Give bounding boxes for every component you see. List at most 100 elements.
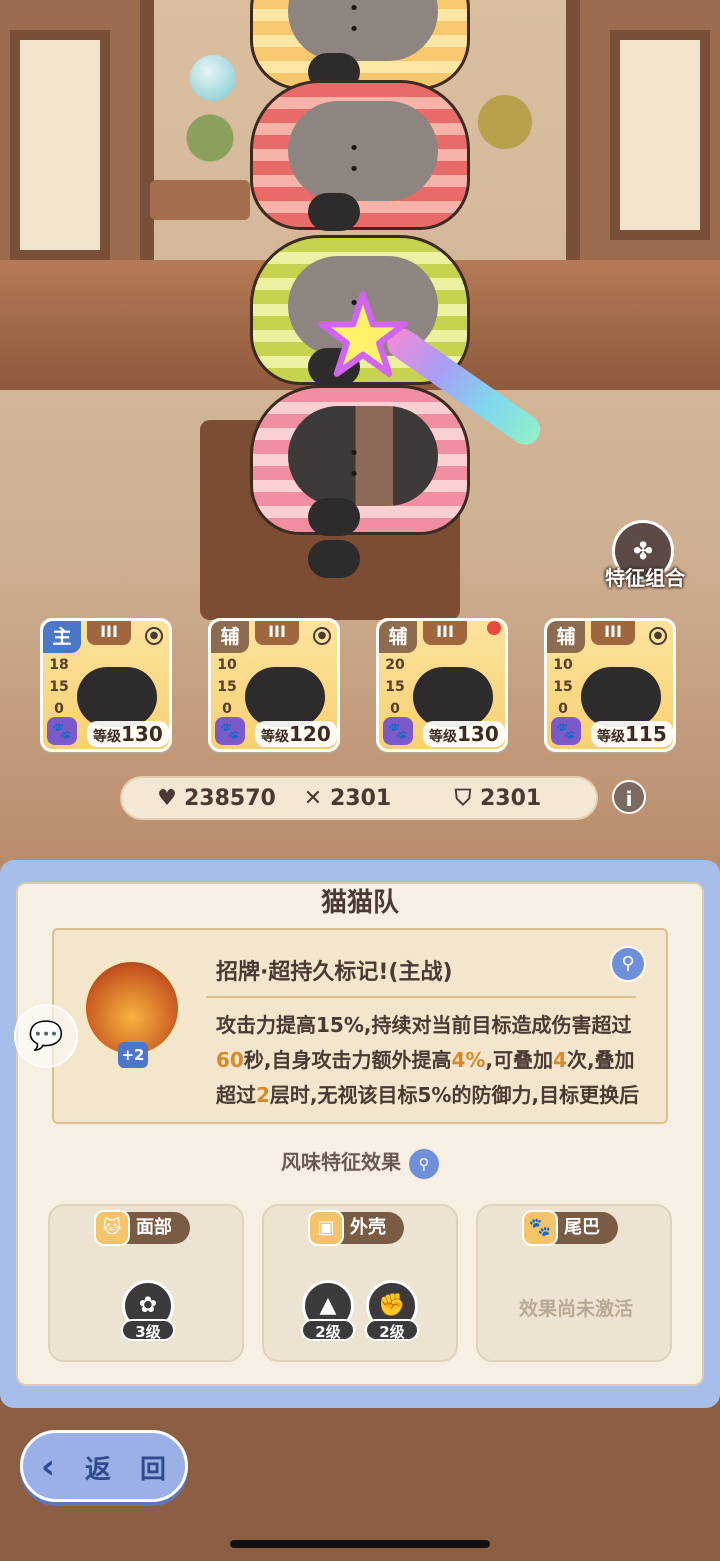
cat-portrait [77,667,157,727]
paw-icon: 🐾 [383,717,413,745]
lock-icon: ● [145,627,163,645]
clover-icon: ✤ [632,537,654,565]
card-stat-1: 18 [49,657,69,673]
trait-slot-label: 外壳 [350,1217,386,1238]
panel-title: 猫猫队 [320,888,399,918]
stacked-cat-4: • • [250,385,470,578]
cat-portrait [413,667,493,727]
skill-desc-highlight: 4 [553,1048,567,1072]
back-arrow-icon: ‹ [41,1447,56,1487]
stacked-cat-1: • • [250,0,470,133]
skill-desc-highlight: 4% [451,1048,486,1072]
tier-badge: III [87,621,131,645]
trait-slot-label: 尾巴 [564,1217,600,1238]
trait-part-icon: ▣ [308,1210,344,1246]
left-window [0,0,154,300]
skill-card: +2 招牌·超持久标记!(主战) ⚲ 攻击力提高15%,持续对当前目标造成伤害超… [52,928,668,1124]
stacked-cat-2: • • [250,80,470,273]
effect-level: 3级 [121,1319,175,1341]
magnifier-icon: ⚲ [621,953,635,974]
home-indicator [230,1540,490,1548]
skill-desc-text: 层时,无视该目标5%的防御力,目标更换后重置 [269,1083,640,1107]
tier-badge: III [255,621,299,645]
flavor-zoom-button[interactable]: ⚲ [409,1148,439,1179]
skill-desc-highlight: 60 [216,1048,244,1072]
role-badge: 辅 [379,621,417,653]
cat-portrait [245,667,325,727]
skill-desc-text: 秒,自身攻击力额外提高 [243,1048,452,1072]
tier-badge: III [591,621,635,645]
team-card-4[interactable]: 辅 III ● 10 15 0 🐾 等级115 [544,618,676,752]
chat-icon: 💬 [28,1019,64,1052]
card-stat-2: 15 [217,679,237,695]
info-button[interactable]: i [612,780,646,814]
crossed-swords-icon: ✕ [303,786,323,811]
skill-name: 招牌·超持久标记!(主战) [216,960,453,985]
level-badge: 等级120 [255,721,337,747]
divider [206,996,636,998]
effect-level: 2级 [365,1319,419,1341]
defense-stat: ⛉ 2301 [452,786,542,811]
trait-slot-3[interactable]: 🐾 尾巴效果尚未激活 [476,1204,672,1362]
level-label: 等级 [261,729,289,745]
back-label: 返 回 [85,1455,177,1485]
level-badge: 等级130 [87,721,169,747]
lock-icon: ● [313,627,331,645]
fist-effect[interactable]: ✊ 2级 [365,1280,419,1341]
attack-value: 2301 [330,786,392,811]
heart-icon: ♥ [157,786,177,811]
card-stat-2: 15 [385,679,405,695]
lock-icon: ● [649,627,667,645]
trait-slot-header: 🐾 尾巴 [522,1210,618,1246]
card-stat-3: 0 [390,701,400,717]
trait-slot-2[interactable]: ▣ 外壳 ▲ 2级 ✊ 2级 [262,1204,458,1362]
level-label: 等级 [93,729,121,745]
trait-part-icon: 🐱 [94,1210,130,1246]
card-stats: 10 15 0 [551,655,575,721]
triangle-icon: ▲ [319,1293,337,1318]
trait-slot-header: 🐱 面部 [94,1210,190,1246]
shield-icon: ⛉ [454,786,472,811]
team-stats-bar: ♥ 238570 ✕ 2301 ⛉ 2301 [120,776,598,820]
level-badge: 等级115 [591,721,673,747]
card-stats: 10 15 0 [215,655,239,721]
paw-icon: 🐾 [551,717,581,745]
trait-slot-1[interactable]: 🐱 面部 ✿ 3级 [48,1204,244,1362]
level-badge: 等级130 [423,721,505,747]
skill-desc-text: ,可叠加 [485,1048,554,1072]
trait-combo-label[interactable]: 特征组合 [590,562,700,591]
inactive-effect-text: 效果尚未激活 [518,1298,633,1320]
skill-zoom-button[interactable]: ⚲ [610,946,646,982]
team-card-3[interactable]: 辅 III 20 15 0 🐾 等级130 [376,618,508,752]
potted-plant-left [180,110,240,180]
level-value: 120 [289,722,331,746]
flower-effect[interactable]: ✿ 3级 [121,1280,175,1341]
card-stat-1: 10 [553,657,573,673]
skill-bonus-badge: +2 [118,1042,148,1068]
paw-icon: 🐾 [215,717,245,745]
wall-shelf [150,180,250,220]
level-value: 130 [457,722,499,746]
card-stat-3: 0 [54,701,64,717]
role-badge: 辅 [211,621,249,653]
flavor-traits-header: 风味特征效果 ⚲ [0,1146,720,1179]
defense-value: 2301 [480,786,542,811]
effect-level: 2级 [301,1319,355,1341]
team-card-2[interactable]: 辅 III ● 10 15 0 🐾 等级120 [208,618,340,752]
level-label: 等级 [429,729,457,745]
attack-stat: ✕ 2301 [302,786,391,811]
card-stat-2: 15 [553,679,573,695]
role-badge: 辅 [547,621,585,653]
flower-icon: ✿ [138,1293,158,1318]
card-stat-1: 20 [385,657,405,673]
level-value: 130 [121,722,163,746]
triangle-effect[interactable]: ▲ 2级 [301,1280,355,1341]
team-card-1[interactable]: 主 III ● 18 15 0 🐾 等级130 [40,618,172,752]
back-button[interactable]: ‹ 返 回 [20,1430,188,1502]
hp-stat: ♥ 238570 [156,786,276,811]
card-stats: 20 15 0 [383,655,407,721]
skill-desc-text: 攻击力提高15%,持续对当前目标造成伤害超过 [216,1013,632,1037]
chat-bubble-button[interactable]: 💬 [14,1004,78,1068]
card-stat-3: 0 [222,701,232,717]
trait-part-icon: 🐾 [522,1210,558,1246]
